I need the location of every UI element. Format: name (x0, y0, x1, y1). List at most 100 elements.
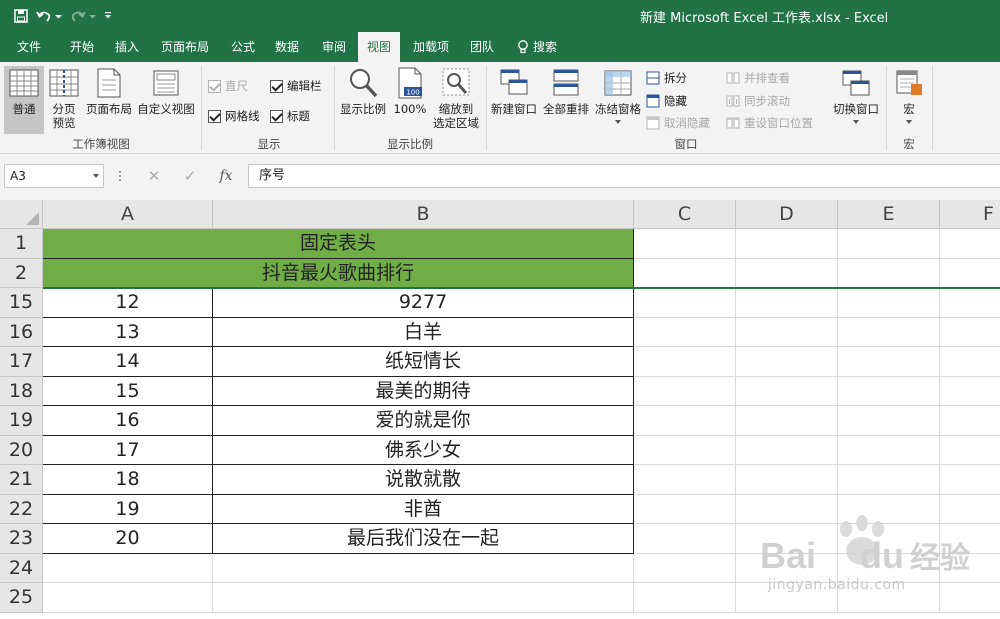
zoom-button[interactable]: 显示比例 (336, 66, 390, 134)
cell-f[interactable] (940, 318, 1000, 347)
cell-e[interactable] (838, 229, 940, 259)
cell-e[interactable] (838, 288, 940, 318)
normal-view-button[interactable]: 普通 (4, 66, 44, 134)
row-header[interactable]: 23 (0, 524, 43, 554)
cell-b[interactable]: 佛系少女 (213, 435, 634, 465)
cell-d[interactable] (736, 288, 838, 318)
cancel-button[interactable]: ✕ (136, 167, 172, 185)
headings-checkbox[interactable]: 标题 (270, 108, 310, 124)
tab-data[interactable]: 数据 (264, 32, 310, 62)
macros-button[interactable]: 宏 (890, 66, 928, 136)
cell-d[interactable] (736, 376, 838, 406)
row-header[interactable]: 24 (0, 553, 43, 583)
cell-e[interactable] (838, 406, 940, 436)
cell-e[interactable] (838, 435, 940, 465)
row-header[interactable]: 18 (0, 376, 43, 406)
cell-c[interactable] (634, 376, 736, 406)
cell-c[interactable] (634, 465, 736, 495)
tab-page-layout[interactable]: 页面布局 (148, 32, 222, 62)
tab-addins[interactable]: 加载项 (402, 32, 460, 62)
row-header[interactable]: 19 (0, 406, 43, 436)
tab-review[interactable]: 审阅 (310, 32, 358, 62)
tab-view[interactable]: 视图 (358, 32, 400, 62)
custom-views-button[interactable]: 自定义视图 (134, 66, 198, 134)
cell-d[interactable] (736, 347, 838, 377)
cell-e[interactable] (838, 465, 940, 495)
page-break-preview-button[interactable]: 分页 预览 (44, 66, 84, 136)
undo-button[interactable] (36, 6, 62, 26)
row-header[interactable]: 2 (0, 258, 43, 288)
save-button[interactable] (14, 6, 28, 26)
cell-a[interactable]: 14 (43, 347, 213, 377)
unhide-button[interactable]: 取消隐藏 (646, 115, 710, 131)
tab-team[interactable]: 团队 (460, 32, 504, 62)
column-header-d[interactable]: D (736, 200, 838, 229)
zoom-100-button[interactable]: 100 100% (390, 66, 430, 134)
cell-a[interactable]: 20 (43, 524, 213, 554)
cell-e[interactable] (838, 347, 940, 377)
cell-b[interactable]: 非酋 (213, 494, 634, 524)
cell-d[interactable] (736, 406, 838, 436)
cell-e[interactable] (838, 376, 940, 406)
cell-f[interactable] (940, 259, 1000, 288)
tab-file[interactable]: 文件 (0, 32, 58, 62)
cell-f[interactable] (940, 288, 1000, 318)
cell-c[interactable] (634, 583, 736, 613)
cell-b[interactable]: 纸短情长 (213, 347, 634, 377)
new-window-button[interactable]: 新建窗口 (488, 66, 540, 134)
ruler-checkbox[interactable]: 直尺 (208, 78, 248, 94)
cell-c[interactable] (634, 288, 736, 318)
cell-e[interactable] (838, 317, 940, 347)
freeze-panes-button[interactable]: 冻结窗格 (592, 66, 644, 136)
insert-function-button[interactable]: fx (208, 168, 244, 184)
cell-c[interactable] (634, 524, 736, 554)
page-layout-view-button[interactable]: 页面布局 (84, 66, 134, 134)
cell-a[interactable] (43, 583, 213, 613)
cell-c[interactable] (634, 435, 736, 465)
cell-e[interactable] (838, 258, 940, 288)
column-header-e[interactable]: E (838, 200, 940, 229)
zoom-to-selection-button[interactable]: 缩放到 选定区域 (430, 66, 482, 136)
arrange-all-button[interactable]: 全部重排 (540, 66, 592, 134)
cell-b[interactable]: 白羊 (213, 317, 634, 347)
cell-a[interactable]: 12 (43, 288, 213, 318)
cell-b[interactable] (213, 553, 634, 583)
formula-input[interactable]: 序号 (248, 164, 1000, 188)
cell-b[interactable]: 爱的就是你 (213, 406, 634, 436)
cell-f[interactable] (940, 406, 1000, 436)
row-header[interactable]: 21 (0, 465, 43, 495)
cell-b[interactable]: 9277 (213, 288, 634, 318)
cell-b[interactable]: 说散就散 (213, 465, 634, 495)
view-side-by-side-button[interactable]: 并排查看 (726, 70, 790, 86)
cell-f[interactable] (940, 436, 1000, 465)
cell-a[interactable]: 13 (43, 317, 213, 347)
row-header[interactable]: 15 (0, 288, 43, 318)
tell-me-search[interactable]: 搜索 (510, 32, 564, 62)
cell-d[interactable] (736, 258, 838, 288)
cell-f[interactable] (940, 377, 1000, 406)
cell-c[interactable] (634, 347, 736, 377)
row-header[interactable]: 16 (0, 317, 43, 347)
cell-c[interactable] (634, 258, 736, 288)
vertical-dots-icon[interactable] (118, 170, 122, 182)
chevron-down-icon[interactable] (93, 174, 99, 178)
customize-qat-button[interactable] (104, 6, 112, 26)
select-all-button[interactable] (0, 200, 43, 229)
gridlines-checkbox[interactable]: 网格线 (208, 108, 260, 124)
formula-bar-checkbox[interactable]: 编辑栏 (270, 78, 322, 94)
tab-formulas[interactable]: 公式 (222, 32, 264, 62)
cell-d[interactable] (736, 465, 838, 495)
column-header-a[interactable]: A (43, 200, 213, 229)
cell-a[interactable]: 19 (43, 494, 213, 524)
reset-window-position-button[interactable]: 重设窗口位置 (726, 115, 813, 131)
tab-home[interactable]: 开始 (58, 32, 106, 62)
hide-button[interactable]: 隐藏 (646, 93, 687, 109)
row-header[interactable]: 20 (0, 435, 43, 465)
cell-b[interactable]: 最美的期待 (213, 376, 634, 406)
cell-a[interactable]: 17 (43, 435, 213, 465)
cell-b[interactable]: 最后我们没在一起 (213, 524, 634, 554)
merged-header-cell[interactable]: 抖音最火歌曲排行 (43, 258, 634, 288)
cell-b[interactable] (213, 583, 634, 613)
enter-button[interactable]: ✓ (172, 167, 208, 185)
split-button[interactable]: 拆分 (646, 70, 687, 86)
